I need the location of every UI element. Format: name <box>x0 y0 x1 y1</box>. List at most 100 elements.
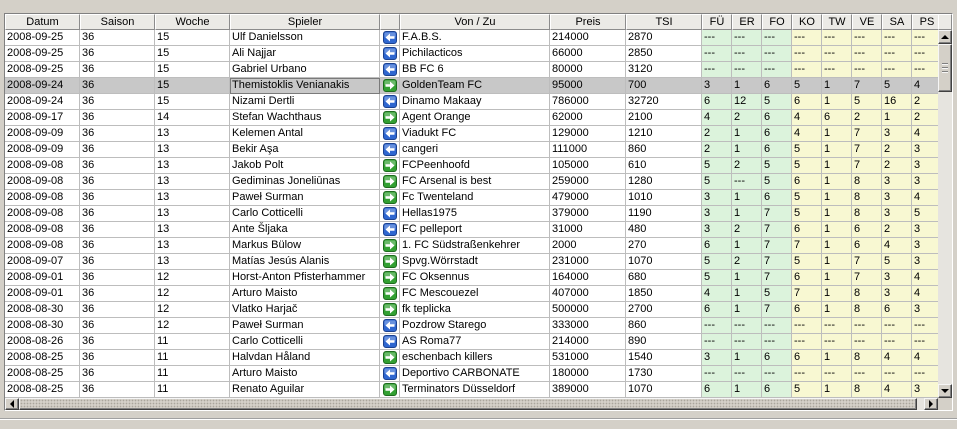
cell-skill-ve[interactable]: 7 <box>852 78 882 94</box>
cell-skill-fue[interactable]: 6 <box>702 94 732 110</box>
header-preis[interactable]: Preis <box>550 14 626 30</box>
cell-preis[interactable]: 80000 <box>550 62 626 78</box>
cell-skill-ps[interactable]: 4 <box>912 350 938 366</box>
cell-skill-ps[interactable]: 5 <box>912 206 938 222</box>
cell-skill-sa[interactable]: 5 <box>882 78 912 94</box>
cell-skill-fue[interactable]: 3 <box>702 190 732 206</box>
cell-woche[interactable]: 12 <box>155 270 230 286</box>
header-skill-ve[interactable]: VE <box>852 14 882 30</box>
cell-skill-er[interactable]: --- <box>732 318 762 334</box>
cell-skill-ve[interactable]: 7 <box>852 126 882 142</box>
cell-von-zu[interactable]: AS Roma77 <box>400 334 550 350</box>
cell-direction[interactable] <box>380 350 400 366</box>
cell-skill-tw[interactable]: 1 <box>822 126 852 142</box>
cell-skill-sa[interactable]: 3 <box>882 174 912 190</box>
table-row[interactable]: 2008-09-08 36 13 Ante Šljaka FC pellepor… <box>5 222 938 238</box>
cell-skill-sa[interactable]: --- <box>882 334 912 350</box>
cell-skill-fo[interactable]: 5 <box>762 174 792 190</box>
cell-von-zu[interactable]: BB FC 6 <box>400 62 550 78</box>
cell-skill-ve[interactable]: 7 <box>852 270 882 286</box>
cell-datum[interactable]: 2008-09-08 <box>5 190 80 206</box>
cell-preis[interactable]: 786000 <box>550 94 626 110</box>
cell-skill-ps[interactable]: 3 <box>912 174 938 190</box>
header-skill-ps[interactable]: PS <box>912 14 938 30</box>
cell-datum[interactable]: 2008-09-25 <box>5 30 80 46</box>
table-row[interactable]: 2008-08-25 36 11 Renato Aguilar Terminat… <box>5 382 938 398</box>
cell-preis[interactable]: 180000 <box>550 366 626 382</box>
cell-tsi[interactable]: 270 <box>626 238 702 254</box>
cell-skill-ve[interactable]: 2 <box>852 110 882 126</box>
cell-skill-fo[interactable]: 7 <box>762 206 792 222</box>
cell-skill-ko[interactable]: 7 <box>792 238 822 254</box>
cell-von-zu[interactable]: Terminators Düsseldorf <box>400 382 550 398</box>
cell-direction[interactable] <box>380 110 400 126</box>
header-spieler[interactable]: Spieler <box>230 14 380 30</box>
cell-skill-sa[interactable]: --- <box>882 318 912 334</box>
header-von-zu[interactable]: Von / Zu <box>400 14 550 30</box>
cell-skill-sa[interactable]: 1 <box>882 110 912 126</box>
cell-skill-ko[interactable]: 5 <box>792 382 822 398</box>
cell-saison[interactable]: 36 <box>80 110 155 126</box>
cell-saison[interactable]: 36 <box>80 286 155 302</box>
cell-direction[interactable] <box>380 174 400 190</box>
cell-saison[interactable]: 36 <box>80 222 155 238</box>
cell-skill-ko[interactable]: 6 <box>792 94 822 110</box>
cell-von-zu[interactable]: Hellas1975 <box>400 206 550 222</box>
cell-saison[interactable]: 36 <box>80 254 155 270</box>
cell-skill-ve[interactable]: --- <box>852 46 882 62</box>
cell-skill-ko[interactable]: 5 <box>792 206 822 222</box>
cell-skill-ve[interactable]: 8 <box>852 286 882 302</box>
cell-skill-fo[interactable]: 5 <box>762 286 792 302</box>
cell-von-zu[interactable]: Fc Twenteland <box>400 190 550 206</box>
cell-spieler[interactable]: Paweł Surman <box>230 190 380 206</box>
cell-woche[interactable]: 15 <box>155 94 230 110</box>
cell-skill-er[interactable]: 2 <box>732 222 762 238</box>
cell-skill-fo[interactable]: 7 <box>762 302 792 318</box>
cell-direction[interactable] <box>380 222 400 238</box>
cell-preis[interactable]: 259000 <box>550 174 626 190</box>
cell-skill-ko[interactable]: 6 <box>792 350 822 366</box>
table-row[interactable]: 2008-09-25 36 15 Ali Najjar Pichilactico… <box>5 46 938 62</box>
cell-skill-ve[interactable]: 7 <box>852 142 882 158</box>
cell-datum[interactable]: 2008-09-08 <box>5 238 80 254</box>
cell-spieler[interactable]: Jakob Polt <box>230 158 380 174</box>
header-datum[interactable]: Datum <box>5 14 80 30</box>
cell-skill-fue[interactable]: 6 <box>702 382 732 398</box>
cell-saison[interactable]: 36 <box>80 30 155 46</box>
cell-spieler[interactable]: Arturo Maisto <box>230 286 380 302</box>
table-row[interactable]: 2008-09-01 36 12 Arturo Maisto FC Mescou… <box>5 286 938 302</box>
cell-saison[interactable]: 36 <box>80 366 155 382</box>
cell-skill-er[interactable]: 1 <box>732 350 762 366</box>
cell-spieler[interactable]: Horst-Anton Pfisterhammer <box>230 270 380 286</box>
cell-preis[interactable]: 129000 <box>550 126 626 142</box>
cell-tsi[interactable]: 1210 <box>626 126 702 142</box>
cell-skill-tw[interactable]: 1 <box>822 382 852 398</box>
cell-saison[interactable]: 36 <box>80 126 155 142</box>
cell-saison[interactable]: 36 <box>80 78 155 94</box>
cell-tsi[interactable]: 2850 <box>626 46 702 62</box>
cell-skill-sa[interactable]: 6 <box>882 302 912 318</box>
cell-woche[interactable]: 12 <box>155 318 230 334</box>
table-row[interactable]: 2008-09-08 36 13 Jakob Polt FCPeenhoofd … <box>5 158 938 174</box>
cell-saison[interactable]: 36 <box>80 174 155 190</box>
cell-tsi[interactable]: 860 <box>626 318 702 334</box>
cell-skill-er[interactable]: 1 <box>732 238 762 254</box>
cell-skill-fo[interactable]: 6 <box>762 78 792 94</box>
cell-skill-sa[interactable]: --- <box>882 366 912 382</box>
cell-spieler[interactable]: Vlatko Harjač <box>230 302 380 318</box>
cell-skill-ps[interactable]: 4 <box>912 286 938 302</box>
cell-skill-fo[interactable]: 7 <box>762 270 792 286</box>
cell-spieler[interactable]: Bekir Aşa <box>230 142 380 158</box>
cell-skill-tw[interactable]: 1 <box>822 142 852 158</box>
cell-skill-ko[interactable]: 5 <box>792 142 822 158</box>
cell-skill-tw[interactable]: --- <box>822 30 852 46</box>
cell-preis[interactable]: 95000 <box>550 78 626 94</box>
cell-skill-ko[interactable]: --- <box>792 318 822 334</box>
cell-von-zu[interactable]: Agent Orange <box>400 110 550 126</box>
cell-skill-er[interactable]: --- <box>732 62 762 78</box>
scroll-down-button[interactable] <box>938 384 952 398</box>
cell-woche[interactable]: 13 <box>155 206 230 222</box>
cell-woche[interactable]: 11 <box>155 350 230 366</box>
cell-skill-sa[interactable]: 3 <box>882 126 912 142</box>
cell-skill-ve[interactable]: 8 <box>852 382 882 398</box>
